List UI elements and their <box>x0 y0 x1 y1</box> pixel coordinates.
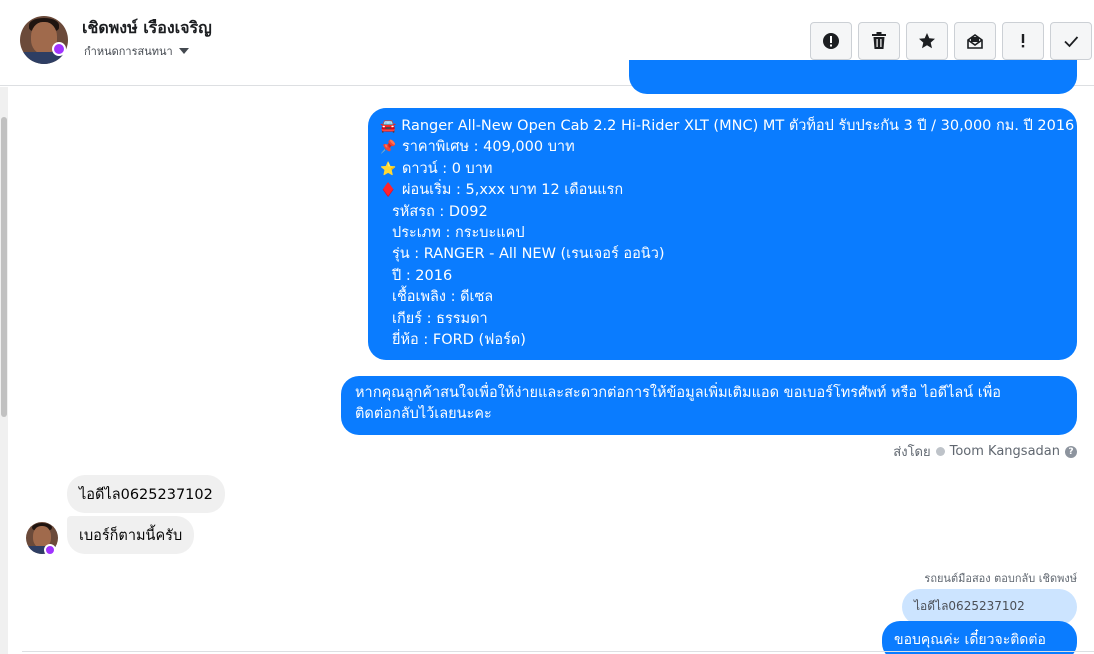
action-toolbar <box>810 22 1094 60</box>
listing-detail: เกียร์ : ธรรมดา <box>392 310 488 327</box>
listing-message-bubble[interactable]: 🚘 Ranger All-New Open Cab 2.2 Hi-Rider X… <box>368 108 1077 360</box>
messenger-badge-icon <box>52 42 66 56</box>
offer-line-1: หากคุณลูกค้าสนใจเพื่อให้ง่ายและสะดวกต่อก… <box>355 385 1002 401</box>
spam-button[interactable] <box>810 22 852 60</box>
sent-by-name[interactable]: Toom Kangsadan <box>950 444 1060 459</box>
listing-line: ⭐ ดาวน์ : 0 บาท <box>380 159 1065 180</box>
incoming-message-bubble[interactable]: เบอร์ก็ตามนี้ครับ <box>67 516 195 554</box>
scrollbar-thumb[interactable] <box>1 117 7 417</box>
done-button[interactable] <box>1050 22 1092 60</box>
listing-line: 📌 ราคาพิเศษ : 409,000 บาท <box>380 137 1065 158</box>
listing-title: Ranger All-New Open Cab 2.2 Hi-Rider XLT… <box>401 118 1075 134</box>
listing-price: ราคาพิเศษ : 409,000 บาท <box>402 139 575 156</box>
reply-message-bubble[interactable]: ขอบคุณค่ะ เดี๋ยวจะติดต่อกลับนะคะ <box>882 621 1077 654</box>
star-button[interactable] <box>906 22 948 60</box>
incoming-message-bubble[interactable]: ไอดีไล0625237102 <box>67 475 225 513</box>
quoted-message[interactable]: ไอดีไล0625237102 <box>902 589 1077 625</box>
agent-icon <box>935 447 945 456</box>
composer-divider <box>22 651 1094 652</box>
conversation-label-text: กำหนดการสนทนา <box>84 45 173 58</box>
offer-message-bubble[interactable]: หากคุณลูกค้าสนใจเพื่อให้ง่ายและสะดวกต่อก… <box>341 376 1077 435</box>
listing-detail: ยี่ห้อ : FORD (ฟอร์ด) <box>392 332 526 349</box>
listing-detail: รุ่น : RANGER - All NEW (เรนเจอร์ ออนิว) <box>392 246 665 263</box>
done-icon <box>1064 36 1079 48</box>
sent-by-label: ส่งโดย <box>893 445 931 460</box>
pin-icon: 📌 <box>380 140 397 156</box>
contact-name[interactable]: เชิดพงษ์ เรืองเจริญ <box>82 16 212 41</box>
listing-detail: ประเภท : กระบะแคป <box>392 225 525 242</box>
listing-line: 🚘 Ranger All-New Open Cab 2.2 Hi-Rider X… <box>380 116 1074 137</box>
reply-meta: รถยนต์มือสอง ตอบกลับ เชิดพงษ์ <box>924 572 1077 585</box>
listing-line: ♦️ ผ่อนเริ่ม : 5,xxx บาท 12 เดือนแรก <box>380 180 1065 201</box>
mark-unread-button[interactable] <box>954 22 996 60</box>
chevron-down-icon <box>178 48 189 54</box>
sent-by-info: ส่งโดย Toom Kangsadan ? <box>893 441 1077 462</box>
conversation-label-dropdown[interactable]: กำหนดการสนทนา <box>84 42 189 60</box>
help-icon[interactable]: ? <box>1065 445 1077 458</box>
spam-icon <box>823 33 839 49</box>
listing-down-payment: ดาวน์ : 0 บาท <box>402 160 493 177</box>
diamond-icon: ♦️ <box>380 183 397 199</box>
listing-detail: ปี : 2016 <box>392 267 453 284</box>
previous-message-bubble[interactable] <box>629 60 1077 94</box>
listing-installment: ผ่อนเริ่ม : 5,xxx บาท 12 เดือนแรก <box>402 182 624 199</box>
offer-line-2: ติดต่อกลับไว้เลยนะคะ <box>355 406 492 423</box>
important-icon <box>1021 34 1025 48</box>
car-icon: 🚘 <box>380 119 397 134</box>
important-button[interactable] <box>1002 22 1044 60</box>
listing-detail: รหัสรถ : D092 <box>392 203 488 220</box>
listing-detail: เชื้อเพลิง : ดีเซล <box>392 289 494 306</box>
mark-unread-icon <box>967 34 983 49</box>
messenger-badge-icon <box>44 544 56 556</box>
delete-button[interactable] <box>858 22 900 60</box>
conversation-scrollbar[interactable] <box>0 87 8 654</box>
star-icon: ⭐ <box>380 161 397 177</box>
contact-avatar[interactable] <box>20 16 68 64</box>
trash-icon <box>872 32 886 49</box>
star-icon <box>919 33 935 49</box>
